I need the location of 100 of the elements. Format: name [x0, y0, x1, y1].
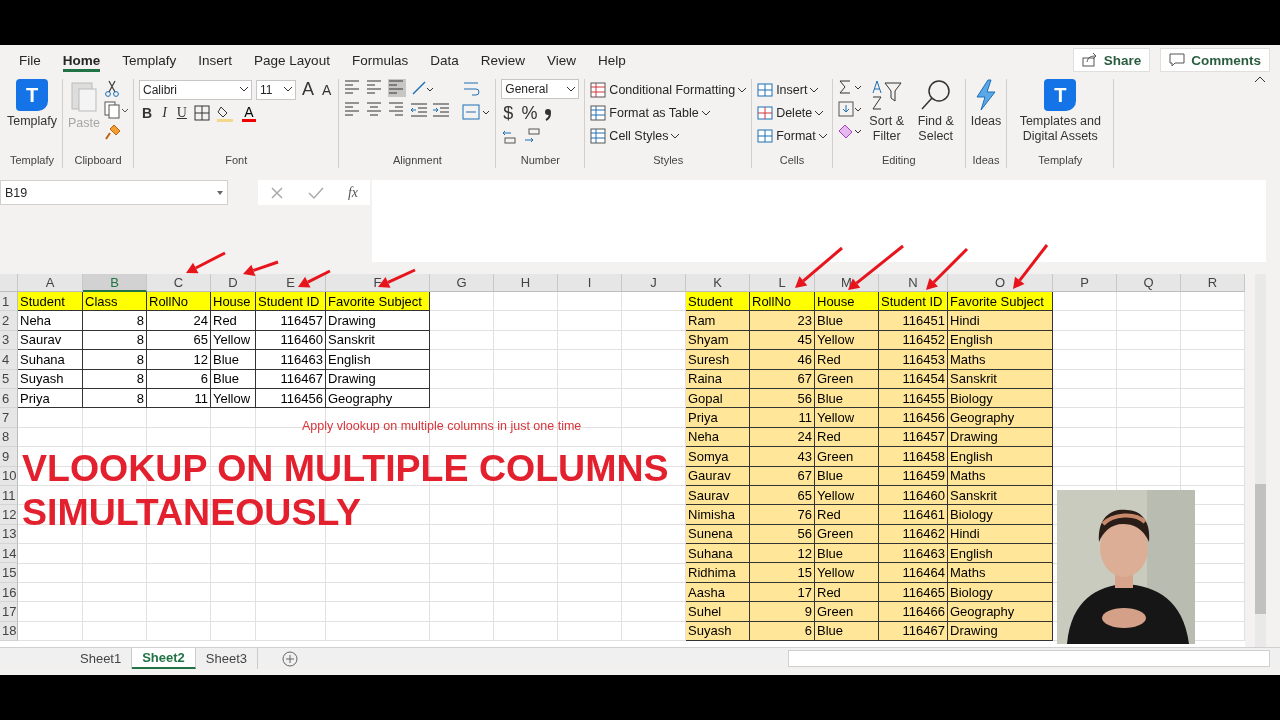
table-cell: Aasha: [686, 582, 750, 603]
table-cell: Sanskrit: [948, 369, 1053, 389]
table-cell: 116457: [256, 311, 326, 331]
row-header[interactable]: 3: [0, 330, 18, 351]
templafy-button[interactable]: T Templafy: [7, 79, 58, 129]
row-header[interactable]: 9: [0, 447, 18, 467]
table-cell: 116464: [879, 563, 948, 583]
column-header[interactable]: J: [622, 274, 686, 292]
table-cell: 76: [750, 505, 815, 525]
comments-button[interactable]: Comments: [1160, 48, 1270, 72]
templafy-button[interactable]: T Templates and Digital Assets: [1012, 79, 1109, 144]
row-header[interactable]: 10: [0, 466, 18, 486]
name-box[interactable]: B19: [0, 180, 228, 205]
row-header[interactable]: 14: [0, 544, 18, 564]
column-header[interactable]: Q: [1117, 274, 1181, 292]
styles-command[interactable]: Format as Table: [590, 102, 747, 124]
percent-button[interactable]: %: [519, 103, 540, 124]
table-cell: Suhana: [686, 544, 750, 564]
column-header[interactable]: I: [558, 274, 622, 292]
font-size-dropdown[interactable]: 11: [256, 79, 296, 100]
column-header[interactable]: P: [1053, 274, 1117, 292]
table-cell: 6: [147, 369, 211, 389]
grow-font-button[interactable]: A: [300, 79, 316, 100]
column-header[interactable]: K: [686, 274, 750, 292]
table-cell: 24: [147, 311, 211, 331]
shrink-font-button[interactable]: A: [320, 81, 334, 98]
share-button[interactable]: Share: [1072, 48, 1151, 72]
row-header[interactable]: 12: [0, 505, 18, 525]
sheet-tab[interactable]: Sheet3: [195, 648, 259, 670]
table-cell: 56: [750, 388, 815, 409]
cells-command[interactable]: Delete: [757, 102, 827, 124]
overlay-title: VLOOKUP ON MULTIPLE COLUMNS SIMULTANEOUSLY: [22, 446, 669, 534]
table-cell: 116461: [879, 505, 948, 525]
number-format-dropdown[interactable]: General: [501, 79, 580, 99]
column-header[interactable]: G: [430, 274, 494, 292]
italic-button[interactable]: I: [159, 105, 170, 121]
column-header[interactable]: L: [750, 274, 815, 292]
sort-filter-button[interactable]: Sort & Filter: [865, 79, 908, 144]
ribbon-tab[interactable]: Page Layout: [243, 45, 341, 75]
table-cell: 8: [83, 311, 147, 331]
underline-button[interactable]: U: [173, 105, 190, 121]
row-header[interactable]: 4: [0, 350, 18, 370]
ribbon-tab[interactable]: Help: [587, 45, 637, 75]
column-header[interactable]: O: [948, 274, 1053, 292]
insert-function-button[interactable]: fx: [347, 184, 358, 201]
column-header[interactable]: D: [211, 274, 256, 292]
column-header[interactable]: E: [256, 274, 326, 292]
ribbon-tab[interactable]: Formulas: [340, 45, 420, 75]
table-cell: Sanskrit: [948, 485, 1053, 506]
row-header[interactable]: 5: [0, 369, 18, 389]
column-header[interactable]: B: [83, 274, 147, 292]
row-header[interactable]: 2: [0, 311, 18, 331]
row-header[interactable]: 1: [0, 292, 18, 312]
column-header[interactable]: A: [18, 274, 83, 292]
header-cell: Favorite Subject: [326, 292, 430, 312]
ribbon-tab[interactable]: Review: [469, 45, 536, 75]
row-header[interactable]: 15: [0, 563, 18, 583]
ideas-button[interactable]: Ideas: [970, 79, 1002, 128]
row-header[interactable]: 16: [0, 582, 18, 603]
table-cell: 116462: [879, 524, 948, 545]
row-header[interactable]: 8: [0, 427, 18, 448]
table-cell: Maths: [948, 350, 1053, 370]
table-cell: 43: [750, 447, 815, 467]
row-header[interactable]: 13: [0, 524, 18, 545]
find-select-button[interactable]: Find & Select: [911, 79, 960, 144]
column-header[interactable]: C: [147, 274, 211, 292]
row-header[interactable]: 18: [0, 621, 18, 642]
column-header[interactable]: R: [1181, 274, 1245, 292]
column-header[interactable]: H: [494, 274, 558, 292]
ribbon-tab[interactable]: View: [535, 45, 587, 75]
table-cell: Blue: [815, 621, 879, 642]
row-header[interactable]: 17: [0, 602, 18, 622]
ribbon-tab[interactable]: Insert: [187, 45, 244, 75]
ribbon-tab[interactable]: Home: [51, 45, 112, 75]
table-cell: 65: [147, 330, 211, 351]
styles-command[interactable]: Cell Styles: [590, 125, 747, 147]
font-color-button[interactable]: A: [241, 104, 256, 122]
currency-button[interactable]: $: [501, 103, 516, 124]
row-header[interactable]: 6: [0, 388, 18, 409]
ribbon-tab[interactable]: Templafy: [111, 45, 188, 75]
sheet-tab[interactable]: Sheet2: [132, 648, 196, 670]
table-cell: 116460: [879, 485, 948, 506]
cells-command[interactable]: Insert: [757, 79, 827, 101]
ribbon-tab[interactable]: Data: [419, 45, 470, 75]
cells-command[interactable]: Format: [757, 125, 827, 147]
ribbon-tab[interactable]: File: [8, 45, 52, 75]
group-label: Editing: [880, 154, 917, 168]
table-cell: 116467: [879, 621, 948, 642]
table-cell: Saurav: [686, 485, 750, 506]
column-header[interactable]: N: [879, 274, 948, 292]
table-cell: 67: [750, 466, 815, 486]
table-cell: Blue: [211, 350, 256, 370]
row-header[interactable]: 7: [0, 408, 18, 428]
table-cell: 24: [750, 427, 815, 448]
table-cell: 56: [750, 524, 815, 545]
styles-command[interactable]: Conditional Formatting: [590, 79, 747, 101]
font-family-dropdown[interactable]: Calibri: [139, 79, 252, 100]
bold-button[interactable]: B: [139, 105, 156, 121]
column-header[interactable]: F: [326, 274, 430, 292]
row-header[interactable]: 11: [0, 485, 18, 506]
